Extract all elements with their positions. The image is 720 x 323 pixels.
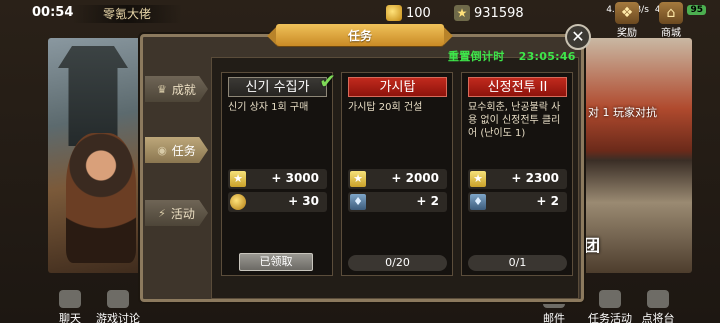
chat-icon	[59, 290, 81, 308]
panel-title: 任务	[347, 29, 372, 43]
battery-level: 95	[687, 5, 706, 15]
star-icon: ★	[470, 171, 486, 187]
discussion-label: 游戏讨论	[96, 312, 140, 323]
game-screen: 对 1 玩家对抗 团 00:54 4.50 KB/s 4G ◎ 95 零氪大佬 …	[0, 0, 720, 323]
tab-achievement[interactable]: ♛ 成就	[145, 76, 208, 102]
reward-row: + 30	[228, 192, 327, 212]
quest-activity-label: 任务活动	[588, 312, 632, 323]
countdown-label: 重置倒计时	[448, 50, 505, 63]
player-name[interactable]: 零氪大佬	[72, 5, 182, 23]
reward-button[interactable]: ❖ 奖励	[608, 0, 646, 39]
star-resource[interactable]: ★ 931598	[454, 4, 524, 22]
gold-resource[interactable]: 100	[386, 4, 431, 22]
gem-icon: ♦	[350, 194, 366, 210]
star-icon: ★	[350, 171, 366, 187]
reward-row: ♦ + 2	[468, 192, 567, 212]
reward-label: 奖励	[617, 28, 637, 39]
right-background-scene: 对 1 玩家对抗 团	[582, 38, 692, 273]
lightning-icon: ⚡	[158, 206, 166, 220]
gift-icon: ❖	[615, 2, 639, 24]
gold-amount: 100	[406, 5, 431, 21]
shop-label: 商城	[661, 28, 681, 39]
mail-label: 邮件	[543, 312, 565, 323]
close-button[interactable]: ✕	[565, 24, 591, 50]
claimed-button[interactable]: 已领取	[239, 253, 313, 271]
tab-event[interactable]: ⚡ 活动	[145, 200, 208, 226]
countdown-timer: 23:05:46	[518, 50, 576, 63]
star-icon: ★	[454, 5, 470, 21]
close-icon: ✕	[571, 27, 585, 46]
shop-icon: ⌂	[659, 2, 683, 24]
quest-card: 신기 수집가 ✔ 신기 상자 1회 구매 ★ + 3000 + 30 已领取	[221, 69, 336, 276]
quest-description: 묘수회춘, 난공불락 사용 없이 신정전투 클리어 (난이도 1)	[468, 102, 561, 139]
reward-row: ★ + 2300	[468, 169, 567, 189]
reward-value: + 30	[288, 194, 319, 208]
panel-title-banner: 任务	[267, 24, 453, 48]
reward-row: ♦ + 2	[348, 192, 447, 212]
tab-quest-label: 任务	[171, 143, 196, 158]
reward-value: + 3000	[271, 171, 319, 185]
general-icon	[647, 290, 669, 308]
quest-progress-bar: 0/1	[468, 255, 567, 271]
coin-icon	[230, 194, 246, 210]
quest-icon	[599, 290, 621, 308]
clock: 00:54	[32, 5, 74, 20]
watchtower-image	[58, 46, 128, 146]
general-stage-button[interactable]: 点将台	[630, 290, 686, 323]
reward-value: + 2000	[391, 171, 439, 185]
star-icon: ★	[230, 171, 246, 187]
progress-text: 0/1	[508, 256, 527, 269]
top-right-menu: ❖ 奖励 ⌂ 商城	[608, 0, 690, 39]
quest-card: 가시탑 가시탑 20회 건설 ★ + 2000 ♦ + 2 0/20	[341, 72, 453, 276]
reward-row: ★ + 3000	[228, 169, 327, 189]
tab-achievement-label: 成就	[171, 82, 196, 97]
pvp-mode-label[interactable]: 对 1 玩家对抗	[588, 104, 657, 120]
quest-title: 가시탑	[348, 77, 447, 97]
tab-quest[interactable]: ◉ 任务	[145, 137, 208, 163]
quest-description: 신기 상자 1회 구매	[228, 102, 309, 113]
reward-value: + 2	[536, 194, 559, 208]
crown-icon: ♛	[157, 82, 167, 96]
shop-button[interactable]: ⌂ 商城	[652, 0, 690, 39]
reward-value: + 2300	[511, 171, 559, 185]
reward-row: ★ + 2000	[348, 169, 447, 189]
general-stage-label: 点将台	[641, 312, 675, 323]
quest-card: 신정전투 II 묘수회춘, 난공불락 사용 없이 신정전투 클리어 (난이도 1…	[461, 72, 573, 276]
eye-icon: ◉	[157, 143, 167, 157]
chat-label: 聊天	[59, 312, 81, 323]
reset-countdown: 重置倒计时 23:05:46	[448, 48, 576, 64]
quest-title: 신기 수집가	[228, 77, 327, 97]
quest-title: 신정전투 II	[468, 77, 567, 97]
checkmark-icon: ✔	[319, 69, 336, 93]
people-icon	[107, 290, 129, 308]
quest-description: 가시탑 20회 건설	[348, 102, 423, 113]
progress-text: 0/20	[385, 256, 410, 269]
tab-event-label: 活动	[170, 206, 195, 221]
reward-value: + 2	[416, 194, 439, 208]
gold-coin-icon	[386, 5, 402, 21]
hero-portrait-image	[66, 133, 136, 263]
gem-icon: ♦	[470, 194, 486, 210]
star-amount: 931598	[474, 5, 524, 21]
team-mode-label[interactable]: 团	[584, 232, 600, 256]
discussion-button[interactable]: 游戏讨论	[90, 290, 146, 323]
quest-progress-bar: 0/20	[348, 255, 447, 271]
